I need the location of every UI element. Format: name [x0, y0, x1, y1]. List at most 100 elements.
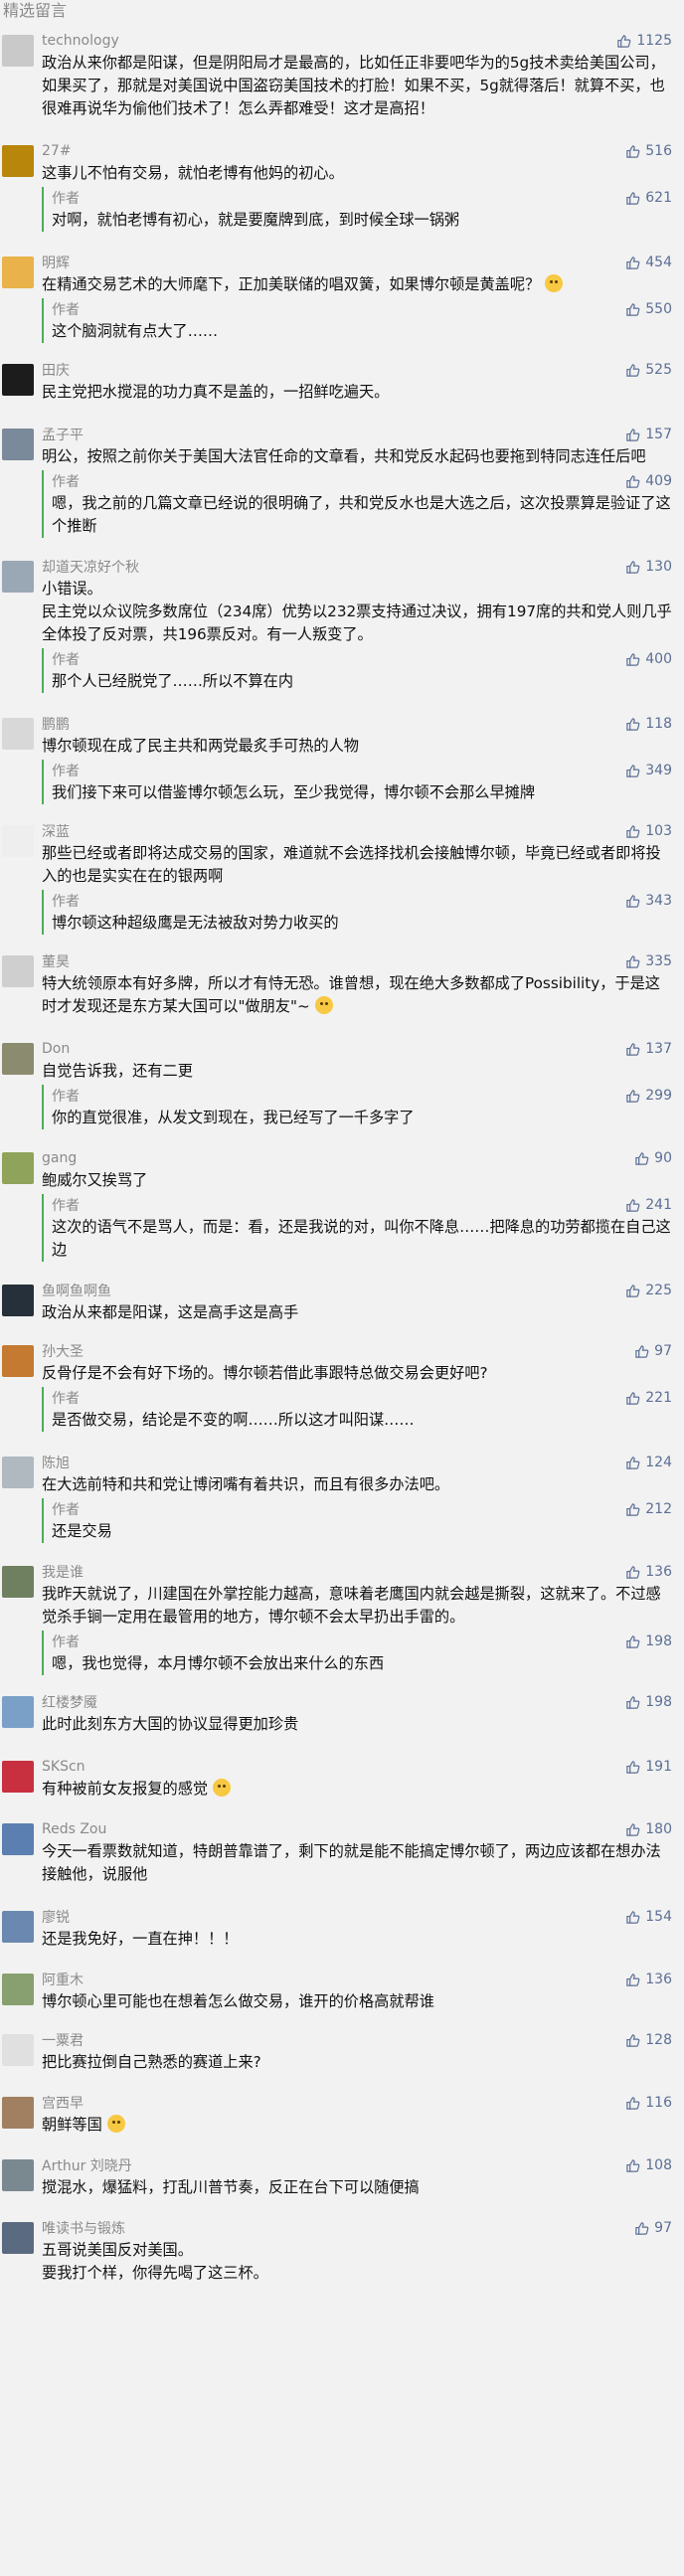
like-button[interactable]: 124: [625, 1455, 672, 1470]
comment-text: 还是我免好，一直在抻！！！: [42, 1930, 239, 1948]
like-button[interactable]: 97: [634, 1343, 672, 1359]
like-button[interactable]: 157: [625, 427, 672, 442]
thumbs-up-icon: [625, 428, 645, 442]
like-button[interactable]: 97: [634, 2220, 672, 2236]
comment-item: 陈旭 124 在大选前特和共和党让博闭嘴有着共识，而且有很多办法吧。 作者 212 还是交…: [0, 1452, 684, 1543]
like-button[interactable]: 130: [625, 559, 672, 575]
thumbs-up-icon: [625, 954, 645, 969]
reply-like-count: 241: [645, 1197, 672, 1213]
commenter-name: 却道天凉好个秋: [42, 560, 139, 576]
comment-item: 田庆 525 民主党把水搅混的功力真不是盖的，一招鲜吃遍天。: [0, 359, 684, 404]
like-count: 180: [645, 1821, 672, 1837]
comment-header: 红楼梦魇 198: [42, 1691, 672, 1713]
thumbs-up-icon: [625, 1760, 645, 1775]
like-button[interactable]: 118: [625, 716, 672, 732]
reply-author-label: 作者: [52, 764, 80, 779]
avatar[interactable]: [2, 825, 34, 857]
commenter-name: 宫西早: [42, 2096, 84, 2112]
reply-header: 作者 241: [52, 1194, 672, 1216]
author-reply: 作者 400 那个人已经脱党了……所以不算在内: [42, 648, 672, 693]
reply-like-button[interactable]: 400: [625, 651, 672, 667]
avatar[interactable]: [2, 145, 34, 177]
avatar[interactable]: [2, 1345, 34, 1377]
reply-like-button[interactable]: 621: [625, 190, 672, 206]
like-button[interactable]: 516: [625, 143, 672, 159]
avatar[interactable]: [2, 955, 34, 987]
avatar[interactable]: [2, 2159, 34, 2191]
thumbs-up-icon: [625, 1695, 645, 1710]
avatar[interactable]: [2, 561, 34, 593]
reply-author-label: 作者: [52, 191, 80, 207]
comment-list: technology 1125 政治从来你都是阳谋，但是阴阳局才是最高的，比如任正非…: [0, 30, 684, 2285]
author-reply: 作者 409 嗯，我之前的几篇文章已经说的很明确了，共和党反水也是大选之后，这次投票…: [42, 470, 672, 538]
avatar[interactable]: [2, 1285, 34, 1316]
reply-header: 作者 343: [52, 890, 672, 912]
comment-text: 此时此刻东方大国的协议显得更加珍贵: [42, 1715, 299, 1733]
reply-like-button[interactable]: 409: [625, 473, 672, 489]
avatar[interactable]: [2, 35, 34, 67]
like-button[interactable]: 108: [625, 2157, 672, 2173]
like-button[interactable]: 116: [625, 2095, 672, 2111]
reply-like-button[interactable]: 343: [625, 893, 672, 909]
like-button[interactable]: 454: [625, 255, 672, 270]
reply-like-button[interactable]: 349: [625, 763, 672, 778]
avatar[interactable]: [2, 1911, 34, 1943]
like-button[interactable]: 128: [625, 2032, 672, 2048]
avatar[interactable]: [2, 1152, 34, 1184]
thumbs-up-icon: [625, 474, 645, 489]
comment-header: 鹏鹏 118: [42, 713, 672, 735]
like-button[interactable]: 335: [625, 953, 672, 969]
avatar[interactable]: [2, 257, 34, 288]
avatar[interactable]: [2, 364, 34, 396]
like-button[interactable]: 103: [625, 823, 672, 839]
avatar[interactable]: [2, 2034, 34, 2066]
avatar[interactable]: [2, 429, 34, 460]
reply-text: 嗯，我之前的几篇文章已经说的很明确了，共和党反水也是大选之后，这次投票算是验证了…: [52, 494, 671, 535]
comment-header: 董昊 335: [42, 950, 672, 972]
avatar[interactable]: [2, 2222, 34, 2254]
reply-text: 我们接下来可以借鉴博尔顿怎么玩，至少我觉得，博尔顿不会那么早摊牌: [52, 783, 535, 801]
thumbs-up-icon: [625, 2033, 645, 2048]
comment-text: 小错误。 民主党以众议院多数席位（234席）优势以232票支持通过决议，拥有19…: [42, 580, 672, 643]
like-button[interactable]: 198: [625, 1694, 672, 1710]
comment-item: 27# 516 这事儿不怕有交易，就怕老博有他妈的初心。 作者 621 对啊，就怕老博有初…: [0, 140, 684, 232]
comment-header: Arthur 刘晓丹 108: [42, 2154, 672, 2176]
like-button[interactable]: 90: [634, 1150, 672, 1166]
like-button[interactable]: 136: [625, 1972, 672, 1987]
like-button[interactable]: 525: [625, 362, 672, 378]
avatar[interactable]: [2, 718, 34, 750]
thumbs-up-icon: [625, 824, 645, 839]
reply-like-button[interactable]: 241: [625, 1197, 672, 1213]
avatar[interactable]: [2, 1696, 34, 1728]
like-button[interactable]: 180: [625, 1821, 672, 1837]
reply-like-count: 299: [645, 1088, 672, 1104]
reply-like-button[interactable]: 198: [625, 1633, 672, 1649]
like-button[interactable]: 137: [625, 1041, 672, 1057]
reply-like-button[interactable]: 299: [625, 1088, 672, 1104]
avatar[interactable]: [2, 1761, 34, 1793]
like-button[interactable]: 136: [625, 1564, 672, 1580]
avatar[interactable]: [2, 1566, 34, 1598]
comment-text: 今天一看票数就知道，特朗普靠谱了，剩下的就是能不能搞定博尔顿了，两边应该都在想办…: [42, 1842, 661, 1883]
reply-text: 那个人已经脱党了……所以不算在内: [52, 672, 293, 690]
commenter-name: technology: [42, 33, 119, 49]
avatar[interactable]: [2, 1974, 34, 2005]
avatar[interactable]: [2, 1823, 34, 1855]
like-count: 525: [645, 362, 672, 378]
like-button[interactable]: 154: [625, 1909, 672, 1925]
reply-like-button[interactable]: 212: [625, 1501, 672, 1517]
reply-like-button[interactable]: 221: [625, 1390, 672, 1406]
avatar[interactable]: [2, 1043, 34, 1075]
like-button[interactable]: 191: [625, 1759, 672, 1775]
reply-text: 对啊，就怕老博有初心，就是要魔牌到底，到时候全球一锅粥: [52, 211, 460, 229]
avatar[interactable]: [2, 2097, 34, 2129]
comment-text: 在精通交易艺术的大师麾下，正加美联储的唱双簧，如果博尔顿是黄盖呢？: [42, 273, 672, 296]
reply-like-button[interactable]: 550: [625, 301, 672, 317]
comment-header: 廖锐 154: [42, 1906, 672, 1928]
avatar[interactable]: [2, 1457, 34, 1488]
like-button[interactable]: 225: [625, 1283, 672, 1298]
comment-header: gang 90: [42, 1147, 672, 1169]
like-count: 97: [654, 2220, 672, 2236]
reply-like-count: 400: [645, 651, 672, 667]
like-button[interactable]: 1125: [616, 33, 672, 49]
